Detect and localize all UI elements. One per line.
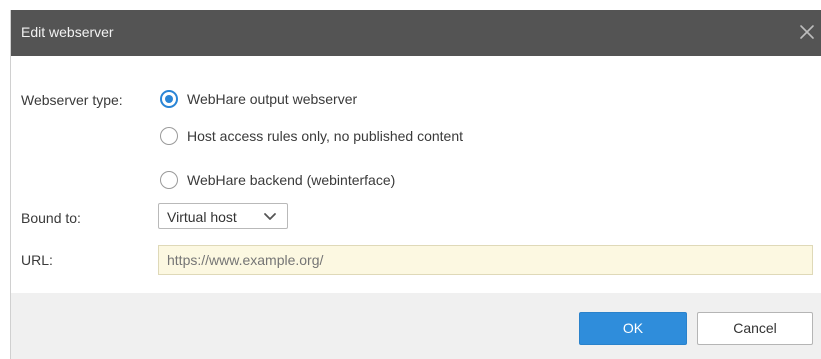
- radio-option-webhare-backend[interactable]: WebHare backend (webinterface): [160, 168, 395, 192]
- dialog-title: Edit webserver: [21, 24, 114, 40]
- radio-option-label: WebHare backend (webinterface): [187, 172, 396, 188]
- radio-option-label: WebHare output webserver: [187, 91, 358, 107]
- radio-option-webhare-output-webserver[interactable]: WebHare output webserver: [160, 87, 357, 111]
- radio-button[interactable]: [160, 171, 178, 189]
- bound-to-value: Virtual host: [167, 209, 237, 225]
- bound-to-select[interactable]: Virtual host: [158, 203, 288, 229]
- webserver-type-label: Webserver type:: [21, 92, 123, 108]
- radio-option-label: Host access rules only, no published con…: [187, 128, 464, 144]
- radio-button[interactable]: [160, 127, 178, 145]
- bound-to-label: Bound to:: [21, 210, 81, 226]
- edit-webserver-dialog: Edit webserver Webserver type: WebHare o…: [10, 10, 821, 359]
- url-label: URL:: [21, 252, 53, 268]
- radio-button-checked[interactable]: [160, 90, 178, 108]
- chevron-down-icon: [263, 210, 277, 222]
- cancel-button[interactable]: Cancel: [697, 312, 813, 345]
- close-icon[interactable]: [796, 21, 818, 43]
- radio-option-host-access-rules[interactable]: Host access rules only, no published con…: [160, 124, 463, 148]
- ok-button[interactable]: OK: [579, 312, 687, 345]
- url-input[interactable]: [158, 245, 813, 275]
- dialog-titlebar: Edit webserver: [11, 10, 821, 56]
